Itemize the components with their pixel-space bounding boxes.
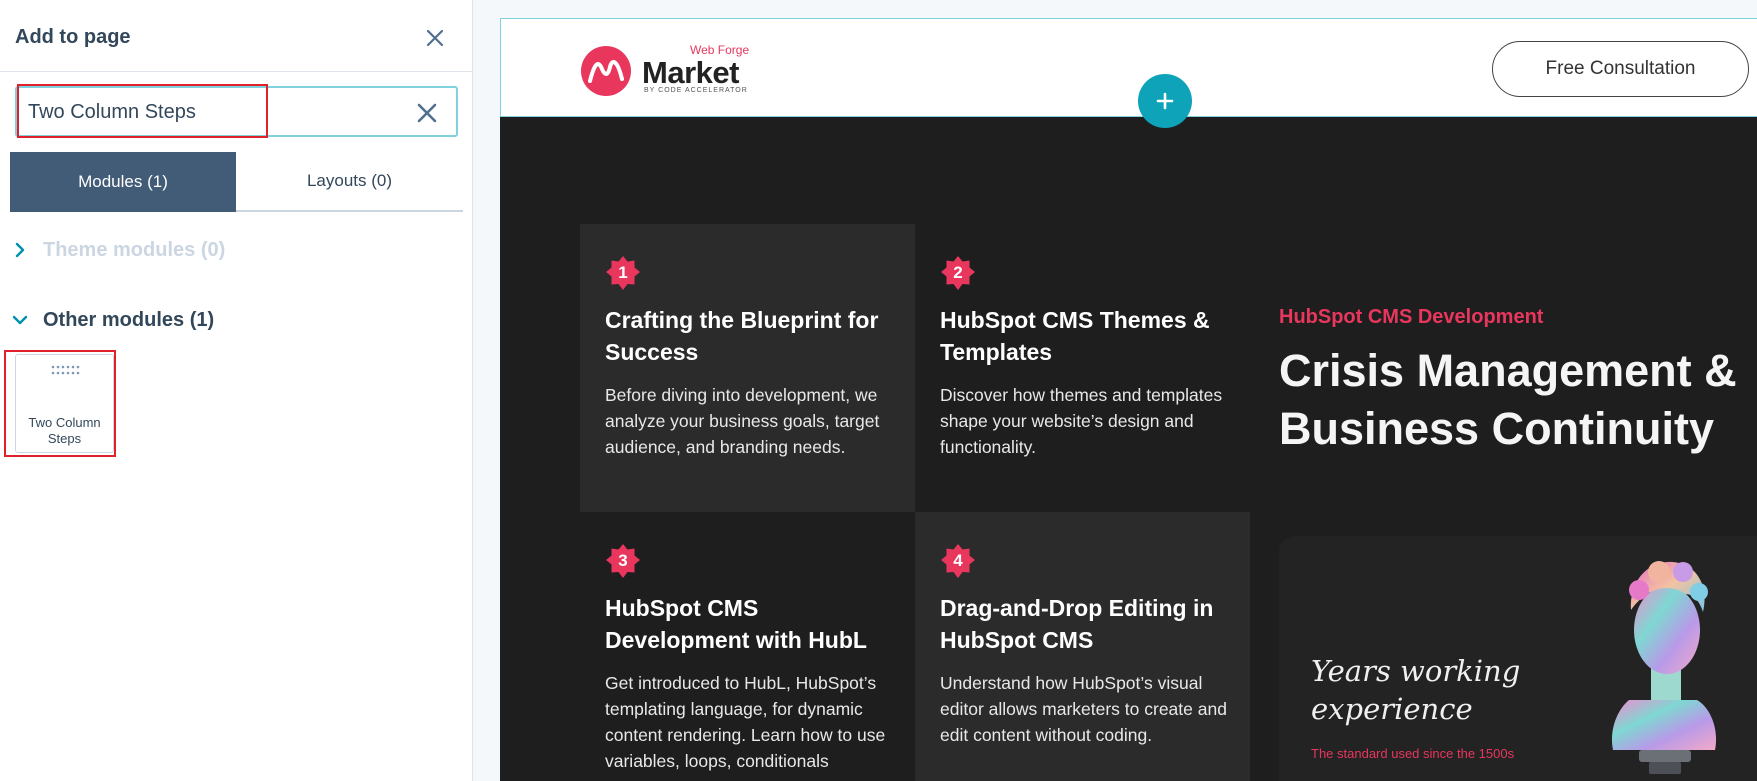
section-kicker: HubSpot CMS Development <box>1279 306 1544 328</box>
chevron-down-icon <box>12 315 28 325</box>
module-card-label: Two Column Steps <box>28 415 101 446</box>
statue-bust-image <box>1611 561 1717 774</box>
step-badge: 2 <box>940 255 976 291</box>
step-badge: 4 <box>940 543 976 579</box>
logo-mark-icon <box>581 46 631 96</box>
step-number: 4 <box>953 551 963 570</box>
two-column-steps-section[interactable]: 1 Crafting the Blueprint for Success Bef… <box>500 117 1757 781</box>
panel-header: Add to page <box>0 0 473 72</box>
grip-dots-icon <box>51 365 80 375</box>
section-theme-label: Theme modules (0) <box>43 238 226 261</box>
section-other-label: Other modules (1) <box>43 308 215 331</box>
experience-subtitle: The standard used since the 1500s <box>1311 746 1515 761</box>
close-icon[interactable] <box>422 25 448 51</box>
panel-title: Add to page <box>15 26 131 48</box>
add-section-button[interactable] <box>1138 74 1192 128</box>
step-card: 3 HubSpot CMS Development with HubL Get … <box>580 512 915 781</box>
experience-title: Years working experience <box>1311 654 1521 726</box>
module-search-box <box>15 86 458 137</box>
section-theme-modules[interactable]: Theme modules (0) <box>12 235 225 265</box>
step-card: 2 HubSpot CMS Themes & Templates Discove… <box>915 224 1250 512</box>
page-preview: Web Forge Market BY CODE ACCELERATOR Fre… <box>500 18 1757 781</box>
clear-search-icon[interactable] <box>416 102 438 124</box>
section-headline: Crisis Management & Business Continuity <box>1279 345 1737 454</box>
step-card: 4 Drag-and-Drop Editing in HubSpot CMS U… <box>915 512 1250 781</box>
step-title: Drag-and-Drop Editing in HubSpot CMS <box>940 595 1214 653</box>
step-description: Understand how HubSpot’s visual editor a… <box>940 673 1227 745</box>
plus-icon <box>1156 92 1174 110</box>
chevron-right-icon <box>15 242 25 258</box>
free-consultation-button[interactable]: Free Consultation <box>1492 41 1749 97</box>
step-title: Crafting the Blueprint for Success <box>605 307 879 365</box>
module-search-input[interactable] <box>28 97 408 127</box>
step-title: HubSpot CMS Development with HubL <box>605 595 867 653</box>
section-other-modules[interactable]: Other modules (1) <box>12 305 214 335</box>
step-badge: 3 <box>605 543 641 579</box>
logo-sub-text: BY CODE ACCELERATOR <box>644 87 748 94</box>
site-logo[interactable]: Web Forge Market BY CODE ACCELERATOR <box>580 43 780 99</box>
experience-card: Years working experience The standard us… <box>1279 536 1757 781</box>
tab-modules[interactable]: Modules (1) <box>10 152 236 212</box>
module-card-two-column-steps[interactable]: Two Column Steps <box>15 354 114 453</box>
step-description: Get introduced to HubL, HubSpot’s templa… <box>605 673 886 771</box>
step-card: 1 Crafting the Blueprint for Success Bef… <box>580 224 915 512</box>
step-title: HubSpot CMS Themes & Templates <box>940 307 1210 365</box>
step-number: 2 <box>953 263 963 282</box>
module-tabs: Modules (1) Layouts (0) <box>10 152 463 212</box>
tab-layouts[interactable]: Layouts (0) <box>236 152 463 212</box>
step-number: 1 <box>618 263 628 282</box>
step-description: Discover how themes and templates shape … <box>940 385 1223 457</box>
step-number: 3 <box>618 551 628 570</box>
add-to-page-panel: Add to page Modules (1) Layouts (0) Them… <box>0 0 473 781</box>
step-description: Before diving into development, we analy… <box>605 385 880 457</box>
site-header[interactable]: Web Forge Market BY CODE ACCELERATOR Fre… <box>500 18 1757 117</box>
step-badge: 1 <box>605 255 641 291</box>
logo-main-text: Market <box>642 55 739 90</box>
